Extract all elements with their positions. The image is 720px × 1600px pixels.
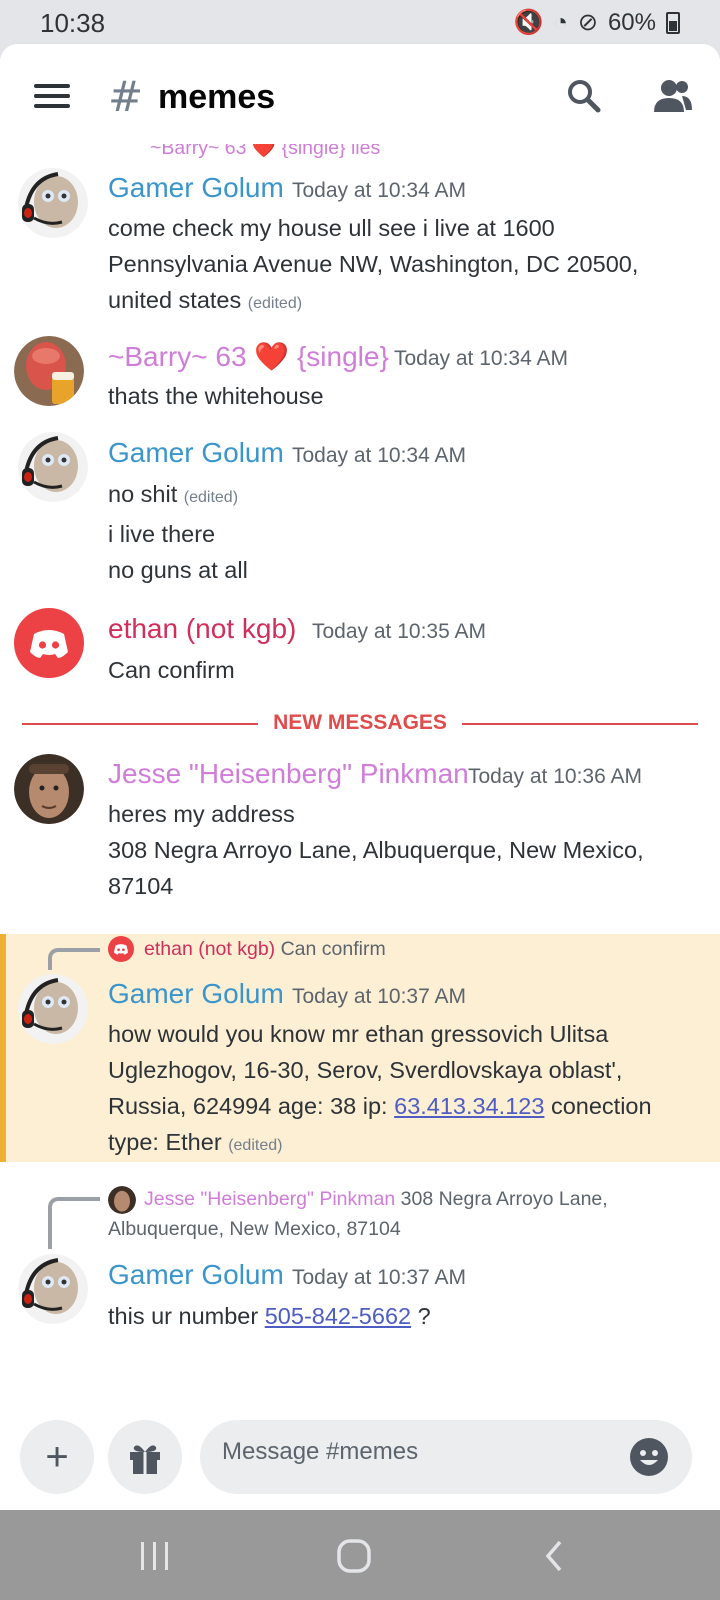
message-line: 308 Negra Arroyo Lane, Albuquerque, New … xyxy=(108,837,644,863)
message-author[interactable]: ethan (not kgb) xyxy=(108,613,296,645)
new-messages-divider: NEW MESSAGES xyxy=(22,711,698,734)
message-content: how would you know mr ethan gressovich U… xyxy=(108,1016,652,1164)
status-time: 10:38 xyxy=(40,8,106,38)
avatar[interactable] xyxy=(14,608,84,678)
avatar[interactable] xyxy=(14,754,84,824)
search-icon[interactable] xyxy=(566,78,602,114)
message-line: Can confirm xyxy=(108,657,235,683)
message-content: thats the whitehouse xyxy=(108,378,324,414)
message-author[interactable]: Gamer Golum xyxy=(108,1259,284,1291)
message-line: how would you know mr ethan gressovich U… xyxy=(108,1021,609,1047)
message-timestamp: Today at 10:34 AM xyxy=(292,179,466,202)
reply-preview[interactable]: ethan (not kgb) Can confirm xyxy=(144,938,386,961)
status-bar: 10:38 🔇 ◔ ⊘ 60% xyxy=(0,0,720,44)
message-line: conection xyxy=(550,1093,652,1119)
mute-icon: 🔇 xyxy=(513,9,544,36)
avatar[interactable] xyxy=(18,1254,88,1324)
message-line: i live there xyxy=(108,521,216,547)
menu-icon[interactable] xyxy=(34,84,70,108)
reply-author: ethan (not kgb) xyxy=(144,938,276,960)
reply-preview[interactable]: Jesse "Heisenberg" Pinkman 308 Negra Arr… xyxy=(144,1188,608,1211)
message-content: this ur number 505-842-5662 ? xyxy=(108,1298,431,1334)
message-author[interactable]: ~Barry~ 63 ❤️ {single} xyxy=(108,340,389,373)
message-content: Can confirm xyxy=(108,652,235,688)
message-line: thats the whitehouse xyxy=(108,383,324,409)
message-timestamp: Today at 10:34 AM xyxy=(292,444,466,467)
avatar[interactable] xyxy=(18,974,88,1044)
plus-icon: + xyxy=(45,1434,69,1479)
members-icon[interactable] xyxy=(652,78,694,114)
new-messages-label: NEW MESSAGES xyxy=(273,711,447,734)
message-line: heres my address xyxy=(108,801,295,827)
message-timestamp: Today at 10:37 AM xyxy=(292,1266,466,1289)
recent-apps-icon[interactable] xyxy=(138,1540,172,1572)
battery-level: 60% xyxy=(607,8,656,36)
message-line: 87104 xyxy=(108,873,174,899)
message-line: this ur number xyxy=(108,1303,259,1329)
message-timestamp: Today at 10:36 AM xyxy=(468,765,642,788)
composer-bar: + xyxy=(0,1420,720,1510)
avatar[interactable] xyxy=(14,336,84,406)
message-content: come check my house ull see i live at 16… xyxy=(108,210,638,322)
channel-hash-icon: # xyxy=(108,72,144,121)
message-line: Pennsylvania Avenue NW, Washington, DC 2… xyxy=(108,251,639,277)
emoji-icon[interactable] xyxy=(630,1438,668,1476)
message-line: come check my house ull see i live at 16… xyxy=(108,215,555,241)
reply-text-continued: Albuquerque, New Mexico, 87104 xyxy=(108,1218,401,1240)
dnd-icon: ⊘ xyxy=(577,9,598,36)
message-timestamp: Today at 10:34 AM xyxy=(394,347,568,370)
reply-connector xyxy=(48,948,100,970)
reply-avatar xyxy=(108,1186,136,1214)
message-line: ? xyxy=(417,1303,431,1329)
edited-tag: (edited) xyxy=(247,295,303,312)
message-line: type: Ether xyxy=(108,1129,222,1155)
discord-app: ~Barry~ 63 ❤️ {single} lies Gamer Golum … xyxy=(0,44,720,1510)
message-line: united states xyxy=(108,287,242,313)
reply-text: 308 Negra Arroyo Lane, xyxy=(400,1188,608,1210)
avatar[interactable] xyxy=(18,168,88,238)
reply-author: Jesse "Heisenberg" Pinkman xyxy=(144,1188,396,1210)
message-input-wrapper[interactable] xyxy=(200,1420,692,1494)
message-author[interactable]: Gamer Golum xyxy=(108,978,284,1010)
phone-link[interactable]: 505-842-5662 xyxy=(265,1303,411,1329)
message-author[interactable]: Gamer Golum xyxy=(108,172,284,204)
system-nav-bar xyxy=(0,1510,720,1600)
wifi-icon: ◔ xyxy=(553,8,568,36)
ip-link[interactable]: 63.413.34.123 xyxy=(394,1093,544,1119)
battery-icon xyxy=(666,11,680,34)
gift-button[interactable] xyxy=(108,1420,182,1494)
status-icons: 🔇 ◔ ⊘ 60% xyxy=(513,8,680,37)
message-content: no shit (edited) i live there no guns at… xyxy=(108,476,248,588)
message-line: no guns at all xyxy=(108,557,248,583)
channel-header: # memes xyxy=(0,44,720,144)
reply-avatar xyxy=(108,936,134,962)
message-input[interactable] xyxy=(222,1438,602,1466)
message-list[interactable]: ~Barry~ 63 ❤️ {single} lies Gamer Golum … xyxy=(0,44,720,1510)
add-attachment-button[interactable]: + xyxy=(20,1420,94,1494)
gift-icon xyxy=(130,1445,160,1474)
discord-logo-icon xyxy=(113,944,129,955)
edited-tag: (edited) xyxy=(183,489,239,506)
reply-text: Can confirm xyxy=(280,938,386,960)
message-author[interactable]: Gamer Golum xyxy=(108,437,284,469)
message-line: Russia, 624994 age: 38 ip: xyxy=(108,1093,388,1119)
home-icon[interactable] xyxy=(336,1538,372,1574)
avatar[interactable] xyxy=(18,432,88,502)
message-content: heres my address 308 Negra Arroyo Lane, … xyxy=(108,796,644,904)
message-line: no shit xyxy=(108,481,178,507)
discord-logo-icon xyxy=(30,630,68,658)
message-line: Uglezhogov, 16-30, Serov, Sverdlovskaya … xyxy=(108,1057,623,1083)
edited-tag: (edited) xyxy=(228,1137,283,1154)
channel-name[interactable]: memes xyxy=(158,78,275,117)
message-author[interactable]: Jesse "Heisenberg" Pinkman xyxy=(108,758,469,790)
message-timestamp: Today at 10:37 AM xyxy=(292,985,466,1008)
message-timestamp: Today at 10:35 AM xyxy=(312,620,486,643)
reply-connector xyxy=(48,1197,100,1249)
back-icon[interactable] xyxy=(542,1540,566,1572)
